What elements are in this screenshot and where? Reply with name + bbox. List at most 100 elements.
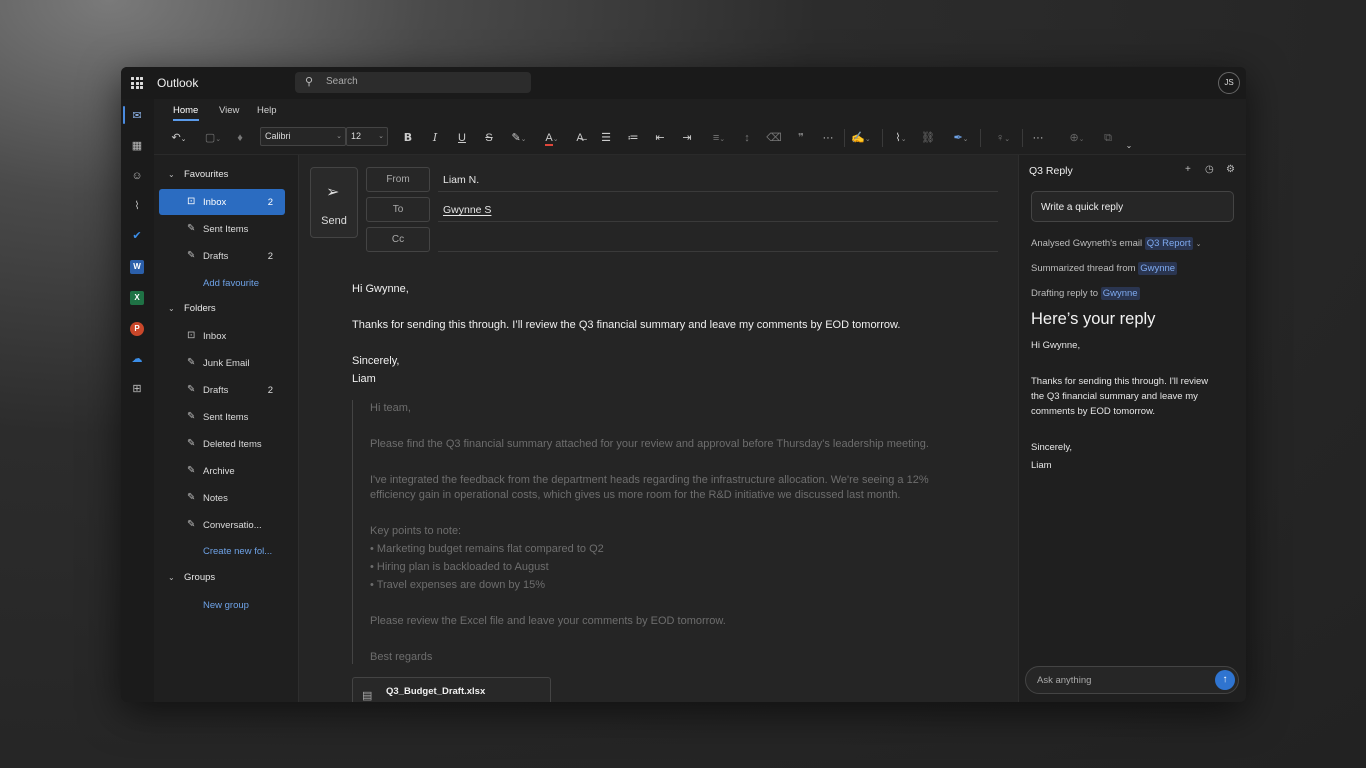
folder-icon: ✎	[187, 223, 196, 234]
cc-button[interactable]: Cc	[366, 227, 430, 252]
app-rail: ✉ ▦ ☺ ⌇ ✔ W X P ☁ ⊞	[121, 99, 154, 702]
quoted-paragraph-3: Please review the Excel file and leave y…	[370, 615, 726, 627]
italic-icon[interactable]: I	[427, 129, 443, 147]
to-recipient[interactable]: Gwynne S	[443, 204, 491, 216]
folders-section[interactable]: ⌄ Folders	[168, 303, 216, 314]
underline-icon[interactable]: U	[454, 129, 470, 147]
search-input[interactable]: ⚲ Search	[295, 72, 531, 93]
folder-conversation-history[interactable]: ✎ Conversatio...	[159, 512, 285, 538]
bullets-icon[interactable]: ☰	[598, 129, 614, 147]
app-title: Outlook	[157, 76, 199, 90]
step-summarized-chip[interactable]: Gwynne	[1138, 262, 1178, 275]
signature-icon[interactable]: ✒⌄	[948, 129, 974, 147]
highlight-icon[interactable]: ✎⌄	[506, 129, 532, 147]
unread-count: 2	[267, 197, 273, 208]
quote-icon[interactable]: ❞	[793, 129, 809, 147]
ask-send-button[interactable]: ↑	[1215, 670, 1235, 690]
tab-help[interactable]: Help	[257, 105, 277, 116]
editor-icon[interactable]: ✍⌄	[848, 129, 874, 147]
zoom-icon[interactable]: ⊕⌄	[1062, 129, 1092, 147]
expand-ribbon-icon[interactable]: ⌄	[1122, 137, 1136, 155]
step-analysed-chip[interactable]: Q3 Report	[1144, 237, 1193, 250]
favourite-sent-items[interactable]: ✎ Sent Items	[159, 216, 285, 242]
cc-input[interactable]	[443, 234, 993, 248]
folder-deleted-items[interactable]: ✎ Deleted Items	[159, 431, 285, 457]
create-new-folder-link[interactable]: Create new fol...	[203, 546, 272, 557]
todo-icon[interactable]: ✔	[130, 229, 144, 243]
step-drafting-chip[interactable]: Gwynne	[1100, 287, 1140, 300]
quick-reply-button[interactable]: Write a quick reply	[1031, 191, 1234, 222]
calendar-icon[interactable]: ▦	[130, 139, 144, 153]
add-favourite-link[interactable]: Add favourite	[203, 278, 259, 289]
app-launcher-icon[interactable]	[131, 77, 143, 89]
sensitivity-icon[interactable]: ♀⌄	[990, 129, 1016, 147]
people-icon[interactable]: ☺	[130, 169, 144, 183]
favourite-drafts[interactable]: ✎ Drafts 2	[159, 243, 285, 269]
favourite-inbox[interactable]: ⊡ Inbox 2	[159, 189, 285, 215]
send-button[interactable]: ➢ Send	[310, 167, 358, 238]
folder-notes[interactable]: ✎ Notes	[159, 485, 285, 511]
from-button[interactable]: From	[366, 167, 430, 192]
attach-file-icon[interactable]: ⌇⌄	[888, 129, 914, 147]
folder-inbox[interactable]: ⊡ Inbox	[159, 323, 285, 349]
powerpoint-icon[interactable]: P	[130, 322, 144, 336]
excel-icon[interactable]: X	[130, 291, 144, 305]
popout-icon[interactable]: ⧉	[1100, 129, 1116, 147]
onedrive-icon[interactable]: ☁	[130, 352, 144, 366]
folder-junk-email[interactable]: ✎ Junk Email	[159, 350, 285, 376]
groups-section[interactable]: ⌄ Groups	[168, 572, 215, 583]
reply-line-2: the Q3 financial summary and leave my	[1031, 391, 1198, 402]
font-color-icon[interactable]: A⌄	[539, 129, 565, 147]
mail-icon[interactable]: ✉	[130, 109, 144, 123]
strikethrough-icon[interactable]: S	[481, 129, 497, 147]
more-options-icon[interactable]: ···	[1030, 129, 1046, 147]
styles-icon[interactable]: A̶	[572, 129, 588, 147]
tab-home-underline	[173, 119, 199, 121]
tab-home[interactable]: Home	[173, 105, 198, 116]
folder-sent-items[interactable]: ✎ Sent Items	[159, 404, 285, 430]
font-size-value: 12	[351, 131, 362, 141]
gear-icon[interactable]: ⚙	[1226, 164, 1235, 175]
word-icon[interactable]: W	[130, 260, 144, 274]
tab-view[interactable]: View	[219, 105, 239, 116]
quoted-point-3: • Travel expenses are down by 15%	[370, 579, 546, 591]
decrease-indent-icon[interactable]: ⇤	[652, 129, 668, 147]
chevron-down-icon[interactable]: ⌄	[1196, 241, 1202, 248]
more-format-icon[interactable]: ···	[820, 129, 836, 147]
undo-icon[interactable]: ↶⌄	[168, 129, 190, 147]
clipboard-icon[interactable]: ▢⌄	[200, 129, 226, 147]
plus-icon[interactable]: +	[1185, 164, 1191, 175]
to-button[interactable]: To	[366, 197, 430, 222]
align-icon[interactable]: ≡⌄	[706, 129, 732, 147]
step-drafting: Drafting reply to Gwynne	[1031, 287, 1140, 300]
bold-icon[interactable]: B	[400, 129, 416, 147]
link-icon[interactable]: ⛓	[920, 129, 936, 147]
history-icon[interactable]: ◷	[1205, 164, 1214, 175]
avatar[interactable]: JS	[1218, 72, 1240, 94]
body-name[interactable]: Liam	[352, 373, 376, 385]
folder-drafts[interactable]: ✎ Drafts 2	[159, 377, 285, 403]
body-message[interactable]: Thanks for sending this through. I’ll re…	[352, 319, 900, 331]
increase-indent-icon[interactable]: ⇥	[679, 129, 695, 147]
compose-pane: ➢ Send From Liam N. To Gwynne S Cc Hi Gw…	[298, 155, 1018, 702]
font-size-dropdown[interactable]: 12 ⌄	[346, 127, 388, 146]
body-greeting[interactable]: Hi Gwynne,	[352, 283, 409, 295]
folder-label: Inbox	[203, 331, 227, 342]
format-painter-icon[interactable]: ♦	[232, 129, 248, 147]
new-group-link[interactable]: New group	[203, 600, 249, 611]
folder-archive[interactable]: ✎ Archive	[159, 458, 285, 484]
spacing-icon[interactable]: ↕	[739, 129, 755, 147]
search-icon: ⚲	[305, 76, 314, 88]
folder-label: Notes	[203, 493, 228, 504]
step-drafting-text: Drafting reply to	[1031, 288, 1099, 299]
font-name-dropdown[interactable]: Calibri ⌄	[260, 127, 346, 146]
quoted-greeting: Hi team,	[370, 402, 411, 414]
ask-input[interactable]: Ask anything ↑	[1025, 666, 1239, 694]
attachment-icon[interactable]: ⌇	[130, 199, 144, 213]
attachment-card[interactable]: ▤ Q3_Budget_Draft.xlsx	[352, 677, 551, 702]
body-signoff[interactable]: Sincerely,	[352, 355, 399, 367]
favourites-section[interactable]: ⌄ Favourites	[168, 169, 228, 180]
more-apps-icon[interactable]: ⊞	[130, 382, 144, 396]
numbering-icon[interactable]: ≔	[625, 129, 641, 147]
clear-format-icon[interactable]: ⌫	[766, 129, 782, 147]
